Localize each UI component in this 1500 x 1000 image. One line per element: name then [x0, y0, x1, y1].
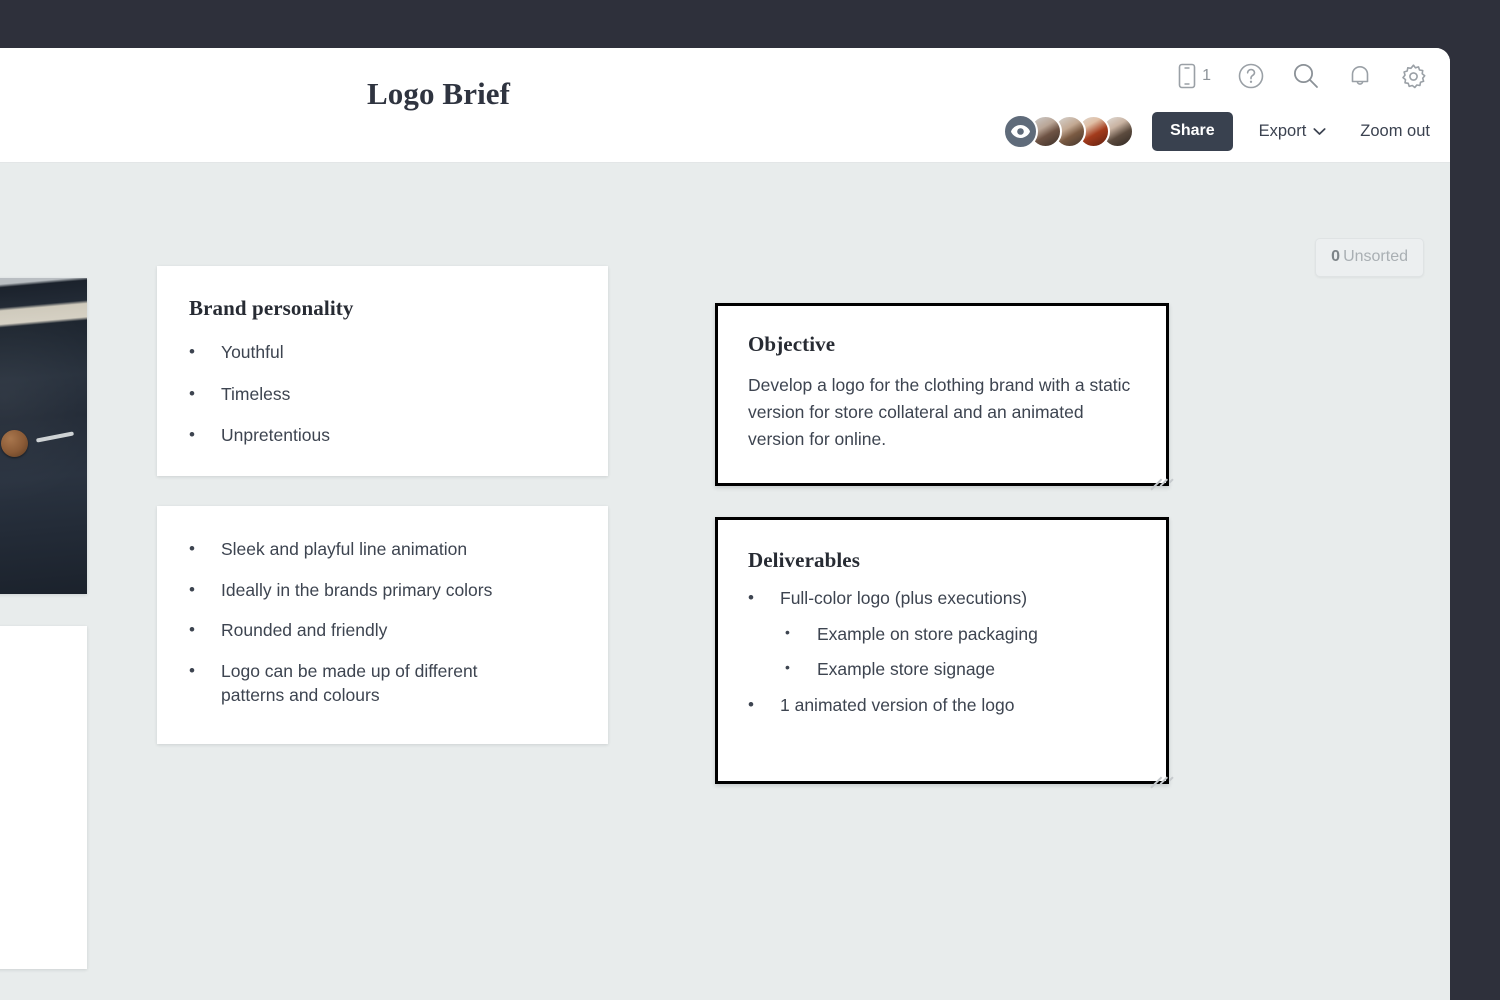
bullet-icon: • [748, 588, 754, 607]
list-item: • Example on store packaging [748, 623, 1138, 647]
bullet-icon: • [189, 425, 195, 445]
list-item: • Timeless [189, 383, 576, 407]
bullet-icon: • [748, 694, 754, 714]
list-item-label: Full-color logo (plus executions) [780, 588, 1028, 608]
list-item: • Logo can be made up of different patte… [189, 660, 576, 707]
bullet-icon: • [785, 659, 790, 676]
list-item-label: Example on store packaging [817, 623, 1038, 644]
card-brand-personality[interactable]: Brand personality • Youthful • Timeless … [157, 266, 608, 476]
card-objective[interactable]: Objective Develop a logo for the clothin… [715, 303, 1174, 490]
list-item: • Unpretentious [189, 424, 576, 448]
header-icon-row: 1 [1177, 61, 1428, 91]
unsorted-button[interactable]: 0 Unsorted [1315, 238, 1424, 277]
collaborator-avatar-stack[interactable] [1003, 114, 1135, 149]
bullet-icon: • [189, 660, 195, 680]
bullet-icon: • [189, 342, 195, 361]
list-item-label: Sleek and playful line animation [221, 539, 468, 559]
zoom-out-button[interactable]: Zoom out [1360, 122, 1430, 141]
list-item-label: Example store signage [817, 659, 996, 680]
bullet-icon: • [189, 620, 195, 640]
search-icon[interactable] [1291, 61, 1321, 91]
board-canvas[interactable]: 0Unsorted ming a not n Brand personality… [0, 163, 1450, 1000]
export-button-label: Export [1258, 122, 1307, 140]
chevron-down-icon [1313, 122, 1326, 141]
list-item-label: Timeless [221, 383, 291, 404]
page-title: Logo Brief [367, 76, 511, 111]
photo-card-jeans[interactable] [0, 278, 87, 594]
mobile-preview-icon[interactable]: 1 [1177, 62, 1211, 90]
list-item-label: Youthful [221, 342, 284, 362]
help-icon[interactable] [1237, 62, 1265, 90]
bullet-icon: • [189, 579, 195, 599]
partial-note-card[interactable]: ming a not n [0, 626, 87, 969]
list-item: • Youthful [189, 341, 576, 365]
denim-stitch [35, 431, 75, 443]
share-button[interactable]: Share [1152, 112, 1233, 151]
list-item: • Example store signage [748, 658, 1138, 682]
export-button[interactable]: Export [1259, 122, 1327, 141]
mobile-preview-count: 1 [1202, 67, 1211, 84]
list-item-label: Rounded and friendly [221, 620, 388, 641]
unsorted-label: Unsorted [1343, 248, 1408, 265]
settings-gear-icon[interactable] [1399, 62, 1428, 91]
notifications-icon[interactable] [1347, 62, 1373, 90]
unsorted-count: 0 [1331, 248, 1341, 265]
deliverables-list: • Full-color logo (plus executions) • Ex… [748, 587, 1138, 718]
list-item: • 1 animated version of the logo [748, 694, 1138, 718]
objective-body: Develop a logo for the clothing brand wi… [748, 375, 1131, 450]
bullet-icon: • [189, 383, 195, 403]
card-style-notes[interactable]: • Sleek and playful line animation • Ide… [157, 506, 608, 744]
list-item-label: Unpretentious [221, 425, 330, 446]
brand-personality-list: • Youthful • Timeless • Unpretentious [189, 341, 576, 448]
bullet-icon: • [785, 623, 790, 640]
style-notes-list: • Sleek and playful line animation • Ide… [189, 538, 576, 707]
list-item-label: Logo can be made up of different pattern… [221, 660, 478, 705]
app-header: Logo Brief 1 Share Export Zoom out [0, 48, 1450, 163]
denim-button [1, 430, 28, 457]
card-title: Deliverables [748, 548, 861, 572]
list-item: • Ideally in the brands primary colors [189, 579, 576, 603]
list-item-label: Ideally in the brands primary colors [221, 579, 493, 600]
bullet-icon: • [189, 539, 195, 558]
list-item-label: 1 animated version of the logo [780, 694, 1015, 715]
card-deliverables[interactable]: Deliverables • Full-color logo (plus exe… [715, 517, 1174, 788]
card-title: Brand personality [189, 296, 354, 320]
visibility-eye-icon[interactable] [1003, 114, 1039, 149]
list-item: • Full-color logo (plus executions) [748, 587, 1138, 611]
resize-handle[interactable] [1146, 463, 1174, 490]
list-item: • Rounded and friendly [189, 619, 576, 643]
app-window: Logo Brief 1 Share Export Zoom out 0 Uns… [0, 48, 1450, 1000]
header-action-row: Share Export Zoom out [1003, 112, 1430, 151]
list-item: • Sleek and playful line animation [189, 538, 576, 562]
resize-handle[interactable] [1146, 761, 1174, 788]
card-title: Objective [748, 332, 836, 356]
